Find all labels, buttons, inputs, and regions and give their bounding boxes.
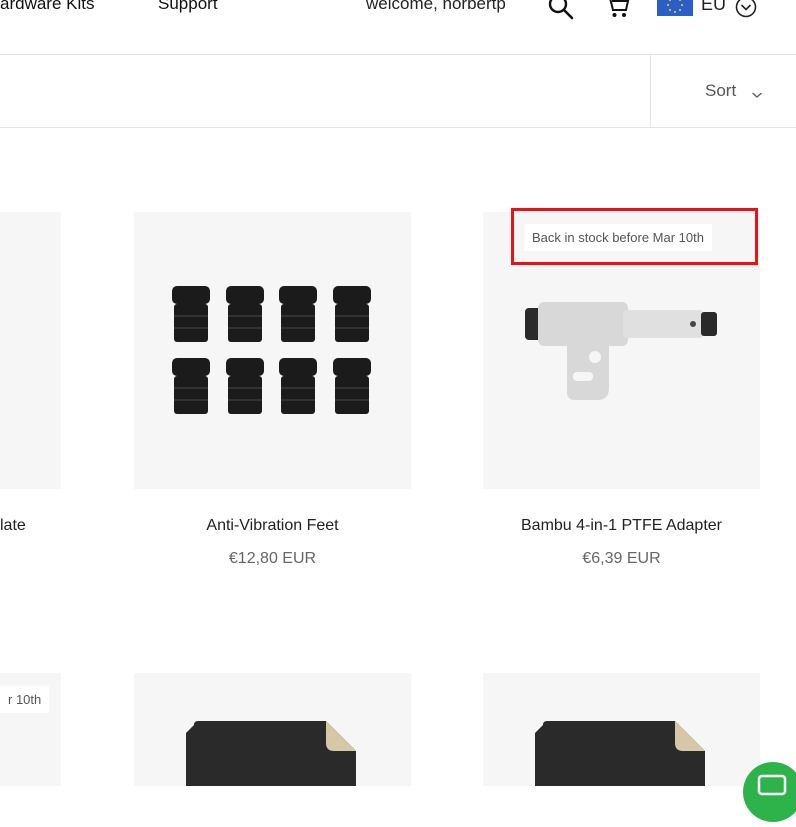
nav-link-hardware-kits[interactable]: ardware Kits — [0, 0, 94, 14]
filter-sort-bar: Sort — [0, 55, 796, 128]
product-title[interactable]: Anti-Vibration Feet — [134, 517, 411, 535]
product-image[interactable] — [483, 673, 760, 786]
product-price: €12,80 EUR — [228, 550, 317, 567]
build-plate-image — [186, 721, 356, 786]
sort-label: Sort — [705, 81, 737, 100]
chat-icon — [757, 774, 787, 796]
product-image[interactable] — [134, 212, 411, 489]
product-title[interactable]: Bambu 4-in-1 PTFE Adapter — [483, 517, 760, 535]
cart-icon[interactable] — [605, 0, 631, 25]
sort-button[interactable]: Sort — [651, 55, 796, 127]
eu-flag-icon[interactable] — [657, 0, 693, 16]
product-price: €6,39 EUR — [582, 550, 661, 567]
nav-link-support[interactable]: Support — [158, 0, 218, 14]
chat-button[interactable] — [743, 762, 796, 822]
site-header: ardware Kits Support welcome, norbertp E… — [0, 0, 796, 55]
region-label[interactable]: EU — [701, 0, 726, 15]
build-plate-image — [535, 721, 705, 786]
stock-badge: r 10th — [0, 686, 50, 713]
product-image[interactable] — [134, 673, 411, 786]
anti-vibration-feet-image — [172, 286, 371, 414]
chevron-down-icon[interactable] — [735, 0, 757, 23]
search-icon[interactable] — [548, 0, 574, 27]
welcome-text: welcome, norbertp — [366, 0, 506, 13]
chevron-down-icon — [751, 87, 763, 105]
product-image[interactable] — [0, 212, 61, 489]
highlight-box — [511, 208, 758, 265]
product-title[interactable]: late — [0, 517, 26, 535]
